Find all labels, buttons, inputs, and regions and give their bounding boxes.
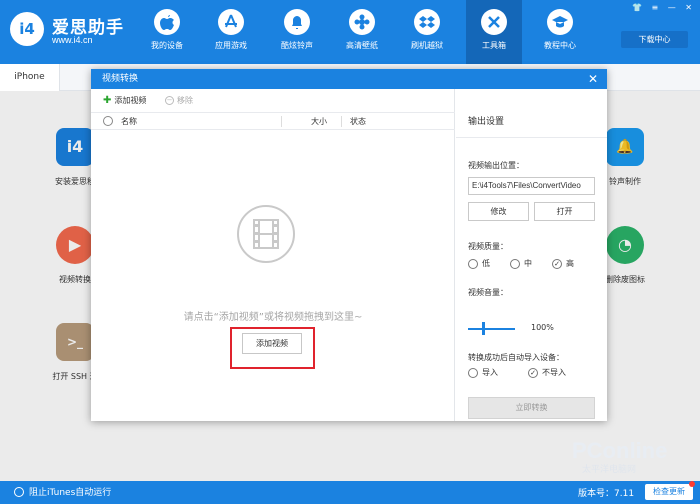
nav-flash-jailbreak[interactable]: 刷机越狱	[399, 0, 455, 64]
check-update-label: 检查更新	[653, 487, 685, 496]
quality-low-radio[interactable]: 低	[468, 258, 490, 269]
add-video-label: 添加视频	[114, 96, 147, 105]
import-option-label: 不导入	[542, 368, 566, 377]
itunes-toggle-label: 阻止iTunes自动运行	[29, 488, 112, 498]
radio-checked-icon: ✓	[528, 367, 538, 378]
window-controls: 👕 ≡ — ✕	[625, 3, 692, 12]
tab-iphone[interactable]: iPhone	[0, 64, 60, 91]
bell-icon	[284, 9, 310, 35]
quality-option-label: 中	[524, 259, 532, 268]
radio-icon	[468, 258, 478, 269]
quality-label: 视频质量：	[468, 242, 508, 251]
app-logo-icon: i4	[10, 12, 44, 46]
column-divider	[341, 116, 342, 127]
remove-tool[interactable]: − 移除	[165, 95, 193, 106]
auto-import-label: 转换成功后自动导入设备：	[468, 353, 564, 362]
divider	[456, 137, 607, 138]
quality-medium-radio[interactable]: 中	[510, 258, 532, 269]
remove-label: 移除	[177, 96, 193, 105]
itunes-autorun-toggle[interactable]: 阻止iTunes自动运行	[14, 485, 111, 498]
import-option-label: 导入	[482, 368, 498, 377]
volume-slider-track[interactable]	[468, 328, 515, 330]
update-badge	[689, 481, 695, 487]
nav-tutorials[interactable]: 教程中心	[532, 0, 588, 64]
column-divider	[281, 116, 282, 127]
select-all-radio[interactable]	[103, 116, 113, 126]
output-settings-pane: 输出设置 视频输出位置： E:\i4Tools7\Files\ConvertVi…	[456, 89, 607, 421]
empty-state-hint: 请点击“添加视频”或将视频拖拽到这里~	[183, 312, 363, 323]
nav-label: 刷机越狱	[411, 41, 443, 50]
add-video-button[interactable]: 添加视频	[242, 333, 302, 354]
download-center-button[interactable]: 下载中心	[621, 31, 688, 48]
graduation-icon	[547, 9, 573, 35]
convert-now-button[interactable]: 立即转换	[468, 397, 595, 419]
skin-icon[interactable]: 👕	[632, 3, 642, 12]
remove-icon: −	[165, 96, 174, 105]
top-bar: i4 爱思助手 www.i4.cn 我的设备 应用游戏 酷炫铃声 高清壁纸 刷机…	[0, 0, 700, 64]
flower-icon	[349, 9, 375, 35]
column-name: 名称	[121, 117, 137, 126]
nav-ringtones[interactable]: 酷炫铃声	[269, 0, 325, 64]
radio-icon	[468, 367, 478, 378]
close-icon[interactable]: ✕	[685, 3, 692, 12]
nav-label: 应用游戏	[215, 41, 247, 50]
nav-label: 高清壁纸	[346, 41, 378, 50]
video-list-pane: ✚ 添加视频 − 移除 名称 大小 状态 请点击“添加视频”或将视频拖拽到这里~…	[91, 89, 455, 421]
quality-option-label: 高	[566, 259, 574, 268]
add-file-icon: ✚	[103, 95, 112, 106]
modify-button[interactable]: 修改	[468, 202, 529, 221]
radio-icon	[14, 486, 24, 497]
import-radio[interactable]: 导入	[468, 367, 498, 378]
tools-icon	[481, 9, 507, 35]
column-size: 大小	[311, 117, 327, 126]
no-import-radio[interactable]: ✓ 不导入	[528, 367, 566, 378]
nav-label: 教程中心	[544, 41, 576, 50]
table-header: 名称 大小 状态	[91, 112, 455, 130]
list-toolbar: ✚ 添加视频 − 移除	[91, 89, 455, 111]
brand-url: www.i4.cn	[52, 35, 93, 45]
radio-checked-icon: ✓	[552, 258, 562, 269]
nav-label: 工具箱	[482, 41, 506, 50]
add-video-tool[interactable]: ✚ 添加视频	[103, 95, 146, 106]
film-strip-icon	[237, 205, 295, 263]
volume-slider-handle[interactable]	[482, 322, 485, 335]
dialog-title-bar: 视频转换 ✕	[91, 69, 607, 89]
volume-value: 100%	[531, 323, 554, 332]
settings-title: 输出设置	[468, 117, 505, 127]
version-label: 版本号：7.11	[578, 489, 635, 499]
check-update-button[interactable]: 检查更新	[645, 481, 695, 500]
dialog-title: 视频转换	[102, 74, 139, 84]
volume-label: 视频音量：	[468, 288, 508, 297]
minimize-icon[interactable]: —	[668, 3, 676, 12]
quality-high-radio[interactable]: ✓ 高	[552, 258, 574, 269]
open-button[interactable]: 打开	[534, 202, 595, 221]
menu-icon[interactable]: ≡	[652, 3, 659, 12]
nav-apps-games[interactable]: 应用游戏	[203, 0, 259, 64]
quality-option-label: 低	[482, 259, 490, 268]
nav-my-device[interactable]: 我的设备	[139, 0, 195, 64]
close-icon[interactable]: ✕	[587, 69, 599, 89]
nav-label: 酷炫铃声	[281, 41, 313, 50]
video-convert-dialog: 视频转换 ✕ ✚ 添加视频 − 移除 名称 大小 状态 请点击“添加视频”或将视…	[91, 69, 607, 421]
dropbox-icon	[414, 9, 440, 35]
column-status: 状态	[350, 117, 366, 126]
watermark: PConline	[572, 438, 668, 463]
output-location-label: 视频输出位置：	[468, 161, 524, 170]
status-bar: 阻止iTunes自动运行 版本号：7.11 检查更新	[0, 481, 700, 504]
apple-icon	[154, 9, 180, 35]
app-store-icon	[218, 9, 244, 35]
nav-label: 我的设备	[151, 41, 183, 50]
output-path-field[interactable]: E:\i4Tools7\Files\ConvertVideo	[468, 177, 595, 195]
watermark-sub: 太平洋电脑网	[582, 465, 637, 475]
nav-toolbox[interactable]: 工具箱	[466, 0, 522, 64]
radio-icon	[510, 258, 520, 269]
nav-wallpapers[interactable]: 高清壁纸	[334, 0, 390, 64]
